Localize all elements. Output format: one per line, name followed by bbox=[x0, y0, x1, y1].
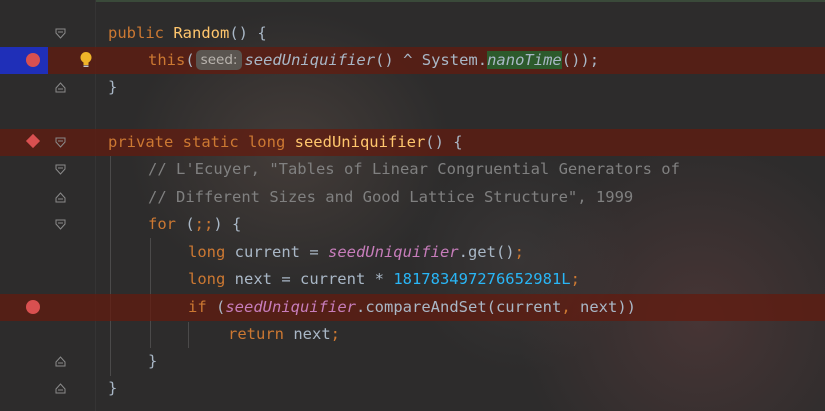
code-text: next bbox=[284, 325, 331, 343]
static-field[interactable]: seedUniquifier bbox=[328, 243, 459, 261]
fold-open-icon[interactable] bbox=[55, 219, 66, 230]
code-text: next = current * bbox=[225, 270, 394, 288]
code-text: } bbox=[108, 78, 118, 96]
fold-close-icon[interactable] bbox=[55, 383, 66, 394]
fold-open-icon[interactable] bbox=[55, 164, 66, 175]
code-text: ) { bbox=[213, 215, 242, 233]
fold-open-icon[interactable] bbox=[55, 28, 66, 39]
type-keyword: long bbox=[188, 270, 226, 288]
code-text: () { bbox=[425, 133, 463, 151]
lightbulb-icon[interactable] bbox=[79, 51, 93, 69]
breakpoint-icon[interactable] bbox=[26, 300, 40, 314]
fold-close-icon[interactable] bbox=[55, 356, 66, 367]
code-line[interactable]: long next = current * 181783497276652981… bbox=[0, 266, 825, 293]
parameter-hint: seed: bbox=[195, 50, 243, 70]
semicolon: ; bbox=[514, 243, 524, 261]
code-text: ( bbox=[206, 298, 226, 316]
code-text: } bbox=[108, 379, 118, 397]
for-keyword: for bbox=[148, 215, 176, 233]
code-editor[interactable]: public Random() { this(seed: seedUniquifi… bbox=[0, 0, 825, 411]
breakpoint-line[interactable]: if (seedUniquifier.compareAndSet(current… bbox=[0, 294, 825, 321]
execution-point-marker bbox=[0, 47, 48, 74]
code-line[interactable]: } bbox=[0, 348, 825, 375]
static-field[interactable]: seedUniquifier bbox=[225, 298, 356, 316]
code-text: next)) bbox=[570, 298, 636, 316]
method-breakpoint-line[interactable]: private static long seedUniquifier() { bbox=[0, 129, 825, 156]
code-line[interactable]: // Different Sizes and Good Lattice Stru… bbox=[0, 184, 825, 211]
code-text: .get() bbox=[458, 243, 515, 261]
fold-close-icon[interactable] bbox=[55, 82, 66, 93]
code-line[interactable]: long current = seedUniquifier.get(); bbox=[0, 239, 825, 266]
fold-close-icon[interactable] bbox=[55, 192, 66, 203]
code-text: current = bbox=[225, 243, 328, 261]
comment-text: // Different Sizes and Good Lattice Stru… bbox=[148, 188, 634, 206]
current-execution-line[interactable]: this(seed: seedUniquifier() ^ System.nano… bbox=[0, 47, 825, 74]
method-breakpoint-icon[interactable] bbox=[25, 133, 41, 149]
code-line[interactable]: return next; bbox=[0, 321, 825, 348]
number-literal: 181783497276652981L bbox=[393, 270, 571, 288]
type-keyword: long bbox=[188, 243, 226, 261]
code-line[interactable]: } bbox=[0, 375, 825, 402]
previous-line-edge bbox=[96, 0, 825, 2]
this-keyword: this bbox=[148, 51, 186, 69]
method-name[interactable]: seedUniquifier bbox=[295, 133, 426, 151]
open-paren: ( bbox=[185, 51, 195, 69]
code-text: () ^ System. bbox=[375, 51, 488, 69]
fold-open-icon[interactable] bbox=[55, 137, 66, 148]
if-keyword: if bbox=[188, 298, 207, 316]
return-keyword: return bbox=[228, 325, 284, 343]
highlighted-method[interactable]: nanoTime bbox=[487, 51, 562, 69]
breakpoint-icon[interactable] bbox=[26, 53, 40, 67]
code-text: } bbox=[148, 352, 158, 370]
code-line[interactable]: // L'Ecuyer, "Tables of Linear Congruent… bbox=[0, 156, 825, 183]
method-call[interactable]: seedUniquifier bbox=[244, 51, 375, 69]
code-line[interactable]: for (;;) { bbox=[0, 211, 825, 238]
code-line[interactable]: } bbox=[0, 74, 825, 101]
semicolons: ;; bbox=[194, 215, 214, 233]
semicolon: ; bbox=[570, 270, 580, 288]
code-text: ()); bbox=[561, 51, 600, 69]
comma: , bbox=[561, 298, 571, 316]
code-line[interactable]: public Random() { bbox=[0, 20, 825, 47]
code-text: .compareAndSet(current bbox=[356, 298, 562, 316]
code-text: ( bbox=[176, 215, 195, 233]
modifiers: private static long bbox=[108, 133, 295, 151]
semicolon: ; bbox=[330, 325, 341, 343]
comment-text: // L'Ecuyer, "Tables of Linear Congruent… bbox=[148, 160, 680, 178]
